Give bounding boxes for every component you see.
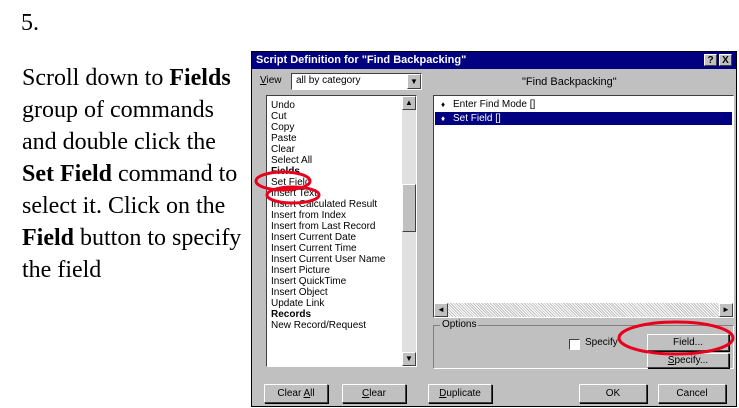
command-list-item[interactable]: Insert Current User Name [271,254,385,265]
script-step-row[interactable]: ♦ Set Field [] [435,112,732,125]
command-list-item[interactable]: Fields [271,166,385,177]
specify-button-rest: pecify... [674,355,709,366]
view-label: View [260,75,282,86]
ok-button[interactable]: OK [579,384,647,403]
command-list-item[interactable]: Insert from Index [271,210,385,221]
instruction-part: group of commands and double click the [22,97,216,155]
instruction-part: Scroll down to [22,65,170,91]
dialog-title-bar[interactable]: Script Definition for "Find Backpacking"… [252,52,736,69]
command-list-item[interactable]: Insert Picture [271,265,385,276]
options-label: Options [440,319,479,330]
command-list-items: Undo Cut Copy Paste Clear Select All Fields Set… [271,100,385,331]
instruction-text: Scroll down to Fields group of commands … [22,62,252,286]
command-list-item[interactable]: Copy [271,122,385,133]
duplicate-rest: uplicate [446,388,481,399]
view-label-rest: iew [266,75,282,86]
instruction-bold-field: Field [22,225,74,251]
command-list-item[interactable]: Insert from Last Record [271,221,385,232]
command-list-item[interactable]: Cut [271,111,385,122]
command-list-item[interactable]: Insert Calculated Result [271,199,385,210]
command-list-item[interactable]: Insert Object [271,287,385,298]
clear-all-post: ll [310,388,315,399]
dialog-title: Script Definition for "Find Backpacking" [256,54,467,66]
clear-rest: lear [369,388,386,399]
scroll-left-icon[interactable]: ◄ [434,303,448,317]
specify-button[interactable]: Specify... [647,353,729,368]
field-button[interactable]: Field... [647,334,729,351]
specify-checkbox[interactable] [569,339,580,350]
command-list[interactable]: Undo Cut Copy Paste Clear Select All Fields Set… [266,95,417,367]
clear-all-pre: Clear [277,388,304,399]
command-list-item[interactable]: Undo [271,100,385,111]
view-select[interactable]: all by category ▼ [291,73,422,90]
script-step-text: Enter Find Mode [] [453,99,536,110]
scroll-down-icon[interactable]: ▼ [402,352,416,366]
step-bullet-icon: ♦ [441,100,446,109]
scroll-thumb[interactable] [402,184,416,232]
command-list-scrollbar[interactable]: ▲ ▼ [402,96,416,366]
command-list-item[interactable]: Set Field [271,177,385,188]
command-list-item[interactable]: Insert Current Time [271,243,385,254]
command-list-item[interactable]: Insert Current Date [271,232,385,243]
script-step-row[interactable]: ♦ Enter Find Mode [] [435,98,732,111]
specify-checkbox-label[interactable]: Specify [585,337,618,348]
step-bullet-icon: ♦ [441,114,446,123]
options-group: Options Specify Field... Specify... [433,319,734,369]
help-icon[interactable]: ? [704,54,717,66]
duplicate-button[interactable]: Duplicate [428,384,492,403]
script-name-label: "Find Backpacking" [522,76,617,88]
command-list-item[interactable]: Records [271,309,385,320]
instruction-bold-fields: Fields [169,65,231,91]
instruction-bold-set-field: Set Field [22,161,112,187]
view-select-value: all by category [296,75,361,86]
command-list-item[interactable]: Clear [271,144,385,155]
script-steps-list[interactable]: ♦ Enter Find Mode [] ♦ Set Field [] ◄ ► [433,95,734,318]
close-icon[interactable]: X [719,54,732,66]
clear-button[interactable]: Clear [342,384,406,403]
steps-horizontal-scrollbar[interactable]: ◄ ► [434,303,733,317]
step-number: 5. [21,10,39,36]
command-list-item[interactable]: Insert Text [271,188,385,199]
command-list-item[interactable]: New Record/Request [271,320,385,331]
script-definition-dialog: Script Definition for "Find Backpacking"… [251,51,737,407]
command-list-item[interactable]: Update Link [271,298,385,309]
command-list-item[interactable]: Insert QuickTime [271,276,385,287]
command-list-item[interactable]: Select All [271,155,385,166]
clear-all-button[interactable]: Clear All [264,384,328,403]
command-list-item[interactable]: Paste [271,133,385,144]
scroll-right-icon[interactable]: ► [719,303,733,317]
scroll-up-icon[interactable]: ▲ [402,96,416,110]
chevron-down-icon[interactable]: ▼ [407,74,421,89]
script-step-text: Set Field [] [453,113,501,124]
cancel-button[interactable]: Cancel [658,384,726,403]
